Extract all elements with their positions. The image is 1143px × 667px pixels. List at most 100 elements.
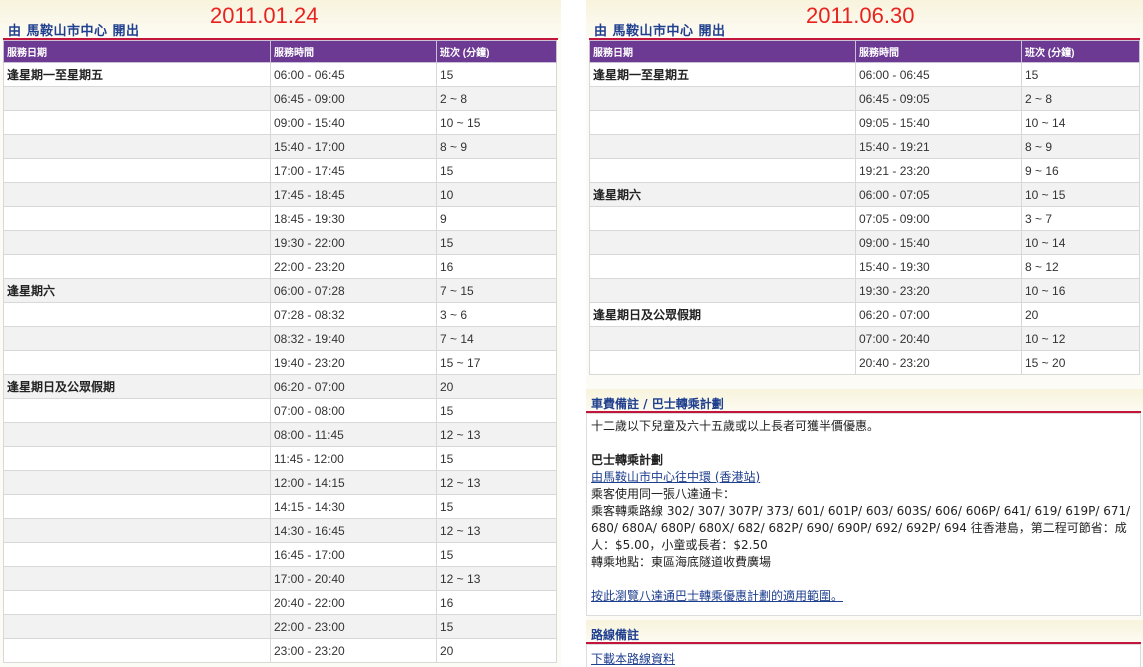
service-time-cell: 12:00 - 14:15 [270, 470, 437, 495]
table-row: 07:05 - 09:00 3 ~ 7 [589, 206, 1140, 231]
service-time-cell: 23:00 - 23:20 [270, 638, 437, 663]
interchange-location: 轉乘地點：東區海底隧道收費廣場 [591, 555, 772, 569]
service-time-cell: 20:40 - 22:00 [270, 590, 437, 615]
frequency-cell: 7 ~ 15 [436, 278, 557, 303]
service-day-cell [3, 134, 271, 159]
service-day-cell [3, 110, 271, 135]
service-day-cell [3, 614, 271, 639]
right-timetable-panel: 由 馬鞍山市中心 開出 2011.06.30 服務日期 服務時間 班次 (分鐘)… [586, 0, 1143, 667]
route-remarks-box: 下載本路線資料 [586, 644, 1141, 667]
scheme-route-link[interactable]: 由馬鞍山市中心往中環 (香港站) [591, 470, 760, 484]
service-day-cell: 逢星期日及公眾假期 [589, 302, 856, 327]
fare-section-box: 十二歲以下兒童及六十五歲或以上長者可獲半價優惠。 巴士轉乘計劃 由馬鞍山市中心往… [586, 413, 1141, 616]
scheme-line-3: 680/ 680A/ 680P/ 680X/ 682/ 682P/ 690/ 6… [591, 521, 1127, 535]
service-day-cell [589, 230, 856, 255]
table-row: 22:00 - 23:00 15 [3, 614, 557, 639]
frequency-cell: 12 ~ 13 [436, 566, 557, 591]
frequency-cell: 15 [436, 62, 557, 87]
left-header-title: 由 馬鞍山市中心 開出 [8, 24, 140, 39]
service-time-cell: 06:45 - 09:00 [270, 86, 437, 111]
frequency-cell: 9 ~ 16 [1021, 158, 1140, 183]
table-row: 17:00 - 20:40 12 ~ 13 [3, 566, 557, 591]
scheme-title: 巴士轉乘計劃 [591, 453, 664, 467]
right-header-title: 由 馬鞍山市中心 開出 [594, 24, 726, 39]
frequency-cell: 8 ~ 9 [436, 134, 557, 159]
service-time-cell: 06:45 - 09:05 [855, 86, 1022, 111]
service-time-cell: 09:00 - 15:40 [855, 230, 1022, 255]
service-time-cell: 17:00 - 20:40 [270, 566, 437, 591]
right-schedule-table: 服務日期 服務時間 班次 (分鐘) 逢星期一至星期五 06:00 - 06:45 1… [589, 40, 1140, 375]
service-time-cell: 11:45 - 12:00 [270, 446, 437, 471]
service-time-cell: 08:32 - 19:40 [270, 326, 437, 351]
table-row: 06:45 - 09:05 2 ~ 8 [589, 86, 1140, 111]
frequency-cell: 15 [436, 446, 557, 471]
table-row: 15:40 - 19:30 8 ~ 12 [589, 254, 1140, 279]
frequency-cell: 12 ~ 13 [436, 518, 557, 543]
service-time-cell: 07:00 - 08:00 [270, 398, 437, 423]
table-row: 20:40 - 22:00 16 [3, 590, 557, 615]
frequency-cell: 15 [436, 614, 557, 639]
column-header-frequency: 班次 (分鐘) [1021, 40, 1140, 63]
service-time-cell: 17:45 - 18:45 [270, 182, 437, 207]
service-day-cell [589, 350, 856, 375]
service-day-cell [3, 422, 271, 447]
service-day-cell [3, 494, 271, 519]
table-header-row: 服務日期 服務時間 班次 (分鐘) [3, 40, 557, 63]
frequency-cell: 10 ~ 12 [1021, 326, 1140, 351]
table-row: 14:15 - 14:30 15 [3, 494, 557, 519]
frequency-cell: 10 ~ 15 [1021, 182, 1140, 207]
service-day-cell [589, 86, 856, 111]
table-row: 17:00 - 17:45 15 [3, 158, 557, 183]
service-day-cell: 逢星期一至星期五 [589, 62, 856, 87]
scheme-line-1: 乘客使用同一張八達通卡： [591, 487, 736, 501]
service-day-cell [589, 206, 856, 231]
service-day-cell: 逢星期日及公眾假期 [3, 374, 271, 399]
table-row: 09:00 - 15:40 10 ~ 15 [3, 110, 557, 135]
service-time-cell: 17:00 - 17:45 [270, 158, 437, 183]
service-time-cell: 18:45 - 19:30 [270, 206, 437, 231]
scheme-line-2: 乘客轉乘路線 302/ 307/ 307P/ 373/ 601/ 601P/ 6… [591, 504, 1131, 518]
table-row: 19:30 - 23:20 10 ~ 16 [589, 278, 1140, 303]
service-time-cell: 06:00 - 07:05 [855, 182, 1022, 207]
table-row: 22:00 - 23:20 16 [3, 254, 557, 279]
frequency-cell: 15 ~ 17 [436, 350, 557, 375]
frequency-cell: 20 [1021, 302, 1140, 327]
service-day-cell [3, 398, 271, 423]
service-day-cell [3, 302, 271, 327]
half-fare-note: 十二歲以下兒童及六十五歲或以上長者可獲半價優惠。 [591, 419, 880, 433]
left-schedule-table: 服務日期 服務時間 班次 (分鐘) 逢星期一至星期五 06:00 - 06:45 1… [3, 40, 557, 663]
frequency-cell: 12 ~ 13 [436, 422, 557, 447]
frequency-cell: 15 [436, 542, 557, 567]
service-time-cell: 16:45 - 17:00 [270, 542, 437, 567]
service-day-cell: 逢星期六 [3, 278, 271, 303]
service-day-cell [3, 230, 271, 255]
octopus-scheme-link[interactable]: 按此瀏覽八達通巴士轉乘優惠計劃的適用範圍。 [591, 589, 843, 603]
service-day-cell [3, 446, 271, 471]
frequency-cell: 15 [1021, 62, 1140, 87]
frequency-cell: 15 [436, 158, 557, 183]
service-time-cell: 06:20 - 07:00 [855, 302, 1022, 327]
service-time-cell: 20:40 - 23:20 [855, 350, 1022, 375]
frequency-cell: 10 ~ 14 [1021, 110, 1140, 135]
service-day-cell [3, 590, 271, 615]
service-time-cell: 19:30 - 23:20 [855, 278, 1022, 303]
table-row: 07:28 - 08:32 3 ~ 6 [3, 302, 557, 327]
download-route-link[interactable]: 下載本路線資料 [591, 652, 675, 666]
fare-section-header: 車費備註 / 巴士轉乘計劃 [586, 389, 1143, 413]
service-time-cell: 14:15 - 14:30 [270, 494, 437, 519]
service-day-cell [3, 254, 271, 279]
scheme-line-4: 人：$5.00，小童或長者：$2.50 [591, 538, 768, 552]
frequency-cell: 15 [436, 398, 557, 423]
service-time-cell: 09:00 - 15:40 [270, 110, 437, 135]
frequency-cell: 16 [436, 254, 557, 279]
service-day-cell [589, 134, 856, 159]
service-time-cell: 07:05 - 09:00 [855, 206, 1022, 231]
service-time-cell: 08:00 - 11:45 [270, 422, 437, 447]
frequency-cell: 2 ~ 8 [1021, 86, 1140, 111]
frequency-cell: 16 [436, 590, 557, 615]
table-row: 09:00 - 15:40 10 ~ 14 [589, 230, 1140, 255]
frequency-cell: 20 [436, 638, 557, 663]
frequency-cell: 10 ~ 15 [436, 110, 557, 135]
table-row: 20:40 - 23:20 15 ~ 20 [589, 350, 1140, 375]
frequency-cell: 10 [436, 182, 557, 207]
